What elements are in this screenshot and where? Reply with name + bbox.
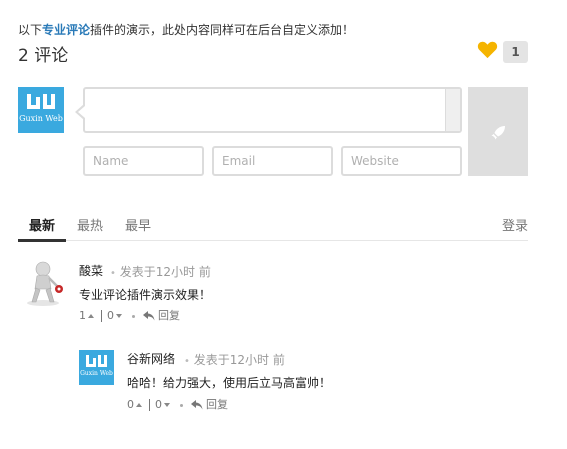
editor-scrollbar[interactable] <box>445 89 460 131</box>
comment-meta: • 发表于12小时 前 <box>110 263 211 280</box>
meta-dot: • <box>110 268 116 279</box>
comment-time: 发表于12小时 前 <box>119 265 211 279</box>
like-count-badge[interactable]: 1 <box>503 41 528 63</box>
tab-hottest[interactable]: 最热 <box>77 215 103 234</box>
action-dot <box>180 403 183 407</box>
active-tab-indicator <box>18 239 66 242</box>
tab-newest[interactable]: 最新 <box>29 215 55 234</box>
reply-icon <box>143 311 155 321</box>
tab-oldest[interactable]: 最早 <box>125 215 151 234</box>
reply-meta-dot: • <box>184 356 190 367</box>
commenter-avatar <box>19 259 67 307</box>
reply-button[interactable]: 回复 <box>143 309 180 323</box>
email-field[interactable]: Email <box>212 146 333 176</box>
comment-textarea[interactable] <box>83 87 462 133</box>
action-dot <box>132 314 135 318</box>
thumb-down-icon[interactable] <box>116 314 122 318</box>
comment-actions: 1 0 回复 <box>79 309 180 323</box>
name-field[interactable]: Name <box>83 146 204 176</box>
avatar-logo-text: Guxin Web <box>19 114 63 123</box>
intro-highlight-link[interactable]: 专业评论 <box>42 23 90 37</box>
thumb-up-icon[interactable] <box>136 403 142 407</box>
reply-reply-label: 回复 <box>206 398 228 411</box>
vote-separator <box>149 399 150 411</box>
reply-author[interactable]: 谷新网络 <box>127 350 175 367</box>
editor-caret-inner <box>78 106 85 118</box>
downvote-count: 0 <box>107 309 114 322</box>
submit-button[interactable] <box>468 87 528 176</box>
reply-upvote-count: 0 <box>127 398 134 411</box>
website-field[interactable]: Website <box>341 146 462 176</box>
user-avatar: Guxin Web <box>18 87 64 133</box>
reply-icon <box>191 400 203 410</box>
upvote-count: 1 <box>79 309 86 322</box>
reply-time: 发表于12小时 前 <box>193 353 285 367</box>
reply-label: 回复 <box>158 309 180 322</box>
reply-avatar-logo-text: Guxin Web <box>80 370 113 377</box>
intro-text: 以下专业评论插件的演示，此处内容同样可在后台自定义添加！ <box>18 21 354 38</box>
comment-author[interactable]: 酸菜 <box>79 262 103 279</box>
login-link[interactable]: 登录 <box>502 215 528 234</box>
comment-count: 2 评论 <box>18 46 69 66</box>
thumb-up-icon[interactable] <box>88 314 94 318</box>
reply-avatar: Guxin Web <box>79 350 114 385</box>
reply-reply-button[interactable]: 回复 <box>191 398 228 412</box>
reply-downvote-count: 0 <box>155 398 162 411</box>
rocket-icon <box>491 126 505 140</box>
vote-separator <box>101 310 102 322</box>
heart-icon[interactable] <box>477 40 498 59</box>
thumb-down-icon[interactable] <box>164 403 170 407</box>
comment-text: 专业评论插件演示效果！ <box>79 288 212 302</box>
reply-actions: 0 0 回复 <box>127 398 228 412</box>
intro-prefix: 以下 <box>18 23 43 37</box>
reply-text: 哈哈！给力强大，使用后立马高富帅！ <box>127 376 332 390</box>
tab-divider <box>18 240 528 241</box>
intro-suffix: 插件的演示，此处内容同样可在后台自定义添加！ <box>90 23 355 37</box>
reply-meta: • 发表于12小时 前 <box>184 351 285 368</box>
